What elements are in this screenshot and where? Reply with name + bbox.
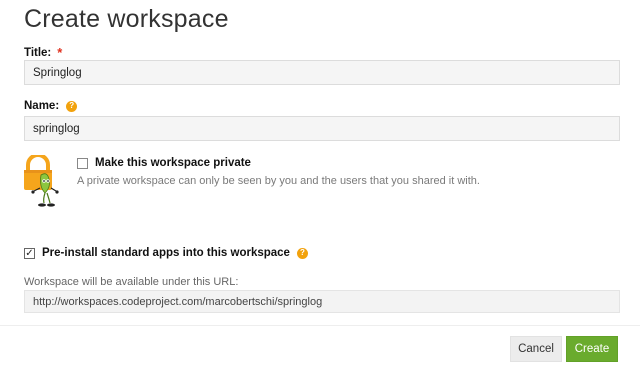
footer-divider [0, 325, 640, 326]
preinstall-help-icon[interactable]: ? [296, 247, 308, 259]
title-field-label: Title: * [24, 45, 62, 60]
name-label-text: Name: [24, 100, 60, 112]
cancel-button[interactable]: Cancel [510, 336, 562, 362]
padlock-mascot-icon [24, 155, 59, 207]
workspace-url-text: http://workspaces.codeproject.com/marcob… [33, 295, 323, 308]
page-title: Create workspace [24, 5, 229, 33]
url-caption: Workspace will be available under this U… [24, 276, 239, 288]
preinstall-checkbox[interactable]: ✓ [24, 248, 35, 259]
required-indicator: * [57, 45, 63, 60]
title-input[interactable] [24, 60, 620, 85]
preinstall-checkbox-label[interactable]: Pre-install standard apps into this work… [42, 247, 308, 259]
workspace-url-display: http://workspaces.codeproject.com/marcob… [24, 290, 620, 313]
name-help-icon[interactable]: ? [66, 100, 78, 112]
create-button[interactable]: Create [566, 336, 618, 362]
private-description: A private workspace can only be seen by … [77, 175, 480, 187]
title-label-text: Title: [24, 46, 52, 59]
private-checkbox-label[interactable]: Make this workspace private [95, 157, 251, 169]
checkmark-icon: ✓ [25, 247, 34, 259]
name-input[interactable] [24, 116, 620, 141]
name-field-label: Name: ? [24, 100, 78, 112]
private-checkbox[interactable] [77, 158, 88, 169]
preinstall-label-text: Pre-install standard apps into this work… [42, 247, 290, 259]
